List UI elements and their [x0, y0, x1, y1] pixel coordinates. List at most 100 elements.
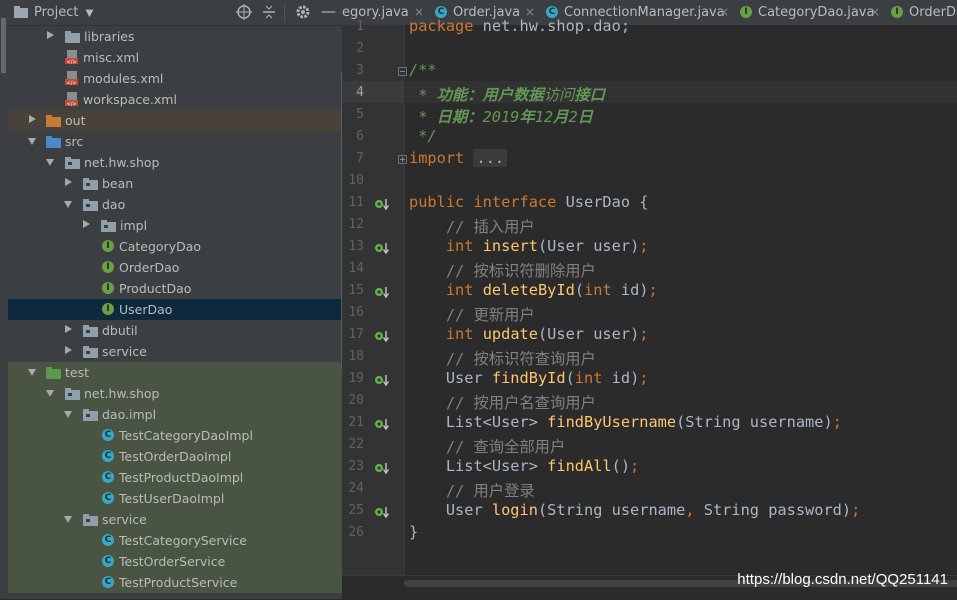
class-icon: C — [102, 534, 114, 546]
code-line[interactable]: } — [409, 523, 418, 541]
code-line[interactable]: // 插入用户 — [409, 215, 535, 237]
line-number: 13 — [348, 239, 364, 254]
code-line[interactable]: List<User> findAll(); — [409, 457, 639, 475]
chevron-down-icon[interactable] — [46, 390, 54, 397]
tree-row-testcategoryservice[interactable]: C TestCategoryService — [8, 530, 342, 551]
chevron-right-icon[interactable] — [47, 31, 54, 39]
tree-row-categorydao[interactable]: I CategoryDao — [8, 236, 342, 257]
package-icon — [83, 178, 98, 193]
tree-row-userdao[interactable]: I UserDao — [8, 299, 342, 320]
editor-tab[interactable]: I CategoryDao.java × — [737, 0, 886, 25]
implemented-icon[interactable] — [374, 460, 390, 475]
minimize-icon[interactable]: — — [321, 2, 336, 20]
implemented-icon[interactable] — [374, 504, 390, 519]
tree-row-libraries[interactable]: libraries — [8, 26, 342, 47]
code-line[interactable]: public interface UserDao { — [409, 193, 648, 211]
tree-row-modules-xml[interactable]: </> modules.xml — [8, 68, 342, 89]
chevron-right-icon[interactable] — [65, 178, 72, 186]
code-line[interactable]: import ... — [409, 149, 508, 167]
code-line[interactable]: // 用户登录 — [409, 479, 535, 501]
tree-row-dao[interactable]: dao — [8, 194, 342, 215]
code-line[interactable]: int update(User user); — [409, 325, 649, 343]
code-line[interactable]: // 按标识符查询用户 — [409, 347, 596, 369]
tree-label: dao.impl — [102, 407, 157, 422]
chevron-down-icon[interactable] — [64, 201, 72, 208]
tree-row-net-hw-shop[interactable]: net.hw.shop — [8, 383, 342, 404]
code-line[interactable]: // 更新用户 — [409, 303, 535, 325]
implemented-icon[interactable] — [374, 240, 390, 255]
tree-row-workspace-xml[interactable]: </> workspace.xml — [8, 89, 342, 110]
implemented-icon[interactable] — [374, 196, 390, 211]
tree-row-testorderdaoimpl[interactable]: C TestOrderDaoImpl — [8, 446, 342, 467]
tree-row-testproductservice[interactable]: C TestProductService — [8, 572, 342, 593]
tree-row-testorderservice[interactable]: C TestOrderService — [8, 551, 342, 572]
code-line[interactable]: * 日期：2019年12月2日 — [409, 105, 593, 127]
tree-label: OrderDao — [119, 260, 180, 275]
project-stripe-button[interactable] — [1, 18, 6, 73]
tree-row-test[interactable]: test — [8, 362, 342, 383]
line-number: 17 — [348, 327, 364, 342]
tree-row-testcategorydaoimpl[interactable]: C TestCategoryDaoImpl — [8, 425, 342, 446]
tree-row-productdao[interactable]: I ProductDao — [8, 278, 342, 299]
close-icon[interactable]: × — [719, 5, 729, 19]
tree-row-src[interactable]: src — [8, 131, 342, 152]
line-number: 2 — [356, 41, 364, 56]
tree-row-dao-impl[interactable]: dao.impl — [8, 404, 342, 425]
package-icon — [83, 514, 98, 529]
chevron-right-icon[interactable] — [65, 346, 72, 354]
tree-label: TestOrderService — [119, 554, 226, 569]
implemented-icon[interactable] — [374, 284, 390, 299]
chevron-right-icon[interactable] — [83, 220, 90, 228]
folder-icon — [65, 31, 80, 46]
code-line[interactable]: List<User> findByUsername(String usernam… — [409, 413, 842, 431]
chevron-down-icon[interactable] — [28, 369, 36, 376]
implemented-icon[interactable] — [374, 372, 390, 387]
tree-row-out[interactable]: out — [8, 110, 342, 131]
code-line[interactable]: */ — [409, 127, 436, 145]
class-icon: C — [102, 555, 114, 567]
tree-row-dbutil[interactable]: dbutil — [8, 320, 342, 341]
chevron-down-icon[interactable] — [64, 516, 72, 523]
fold-toggle-icon[interactable] — [398, 67, 407, 76]
interface-icon: I — [740, 6, 752, 18]
tree-row-service[interactable]: service — [8, 509, 342, 530]
editor-tab[interactable]: I OrderDa — [888, 0, 957, 25]
line-number: 21 — [348, 415, 364, 430]
tree-row-service[interactable]: service — [8, 341, 342, 362]
code-line[interactable]: User findById(int id); — [409, 369, 649, 387]
code-line[interactable]: User login(String username, String passw… — [409, 501, 860, 519]
chevron-down-icon[interactable] — [64, 411, 72, 418]
chevron-right-icon[interactable] — [29, 115, 36, 123]
collapse-all-icon[interactable] — [262, 4, 276, 24]
tree-row-misc-xml[interactable]: </> misc.xml — [8, 47, 342, 68]
implemented-icon[interactable] — [374, 328, 390, 343]
code-line[interactable]: /** — [409, 61, 437, 79]
gear-icon[interactable] — [295, 4, 311, 24]
code-line[interactable]: int insert(User user); — [409, 237, 649, 255]
xml-file-icon: </> — [65, 71, 79, 89]
source-folder-icon — [46, 136, 61, 151]
code-line[interactable]: // 按用户名查询用户 — [409, 391, 596, 413]
code-line[interactable]: int deleteById(int id); — [409, 281, 658, 299]
gutter-divider — [404, 25, 405, 575]
chevron-down-icon[interactable] — [28, 138, 36, 145]
tree-row-net-hw-shop[interactable]: net.hw.shop — [8, 152, 342, 173]
fold-toggle-icon[interactable] — [398, 155, 407, 164]
tree-row-impl[interactable]: impl — [8, 215, 342, 236]
code-line[interactable]: * 功能：用户数据访问接口 — [409, 83, 605, 105]
code-line[interactable]: package net.hw.shop.dao; — [409, 17, 630, 35]
close-icon[interactable]: × — [870, 5, 880, 19]
line-number: 22 — [348, 437, 364, 452]
tree-row-testproductdaoimpl[interactable]: C TestProductDaoImpl — [8, 467, 342, 488]
code-line[interactable]: // 按标识符删除用户 — [409, 259, 596, 281]
tree-row-orderdao[interactable]: I OrderDao — [8, 257, 342, 278]
chevron-right-icon[interactable] — [65, 325, 72, 333]
implemented-icon[interactable] — [374, 416, 390, 431]
locate-target-icon[interactable] — [236, 4, 252, 24]
tree-row-bean[interactable]: bean — [8, 173, 342, 194]
code-line[interactable]: // 查询全部用户 — [409, 435, 565, 457]
tree-label: out — [65, 113, 86, 128]
chevron-down-icon[interactable] — [46, 159, 54, 166]
tree-row-testuserdaoimpl[interactable]: C TestUserDaoImpl — [8, 488, 342, 509]
project-view-selector[interactable]: Project ▼ — [34, 5, 93, 20]
